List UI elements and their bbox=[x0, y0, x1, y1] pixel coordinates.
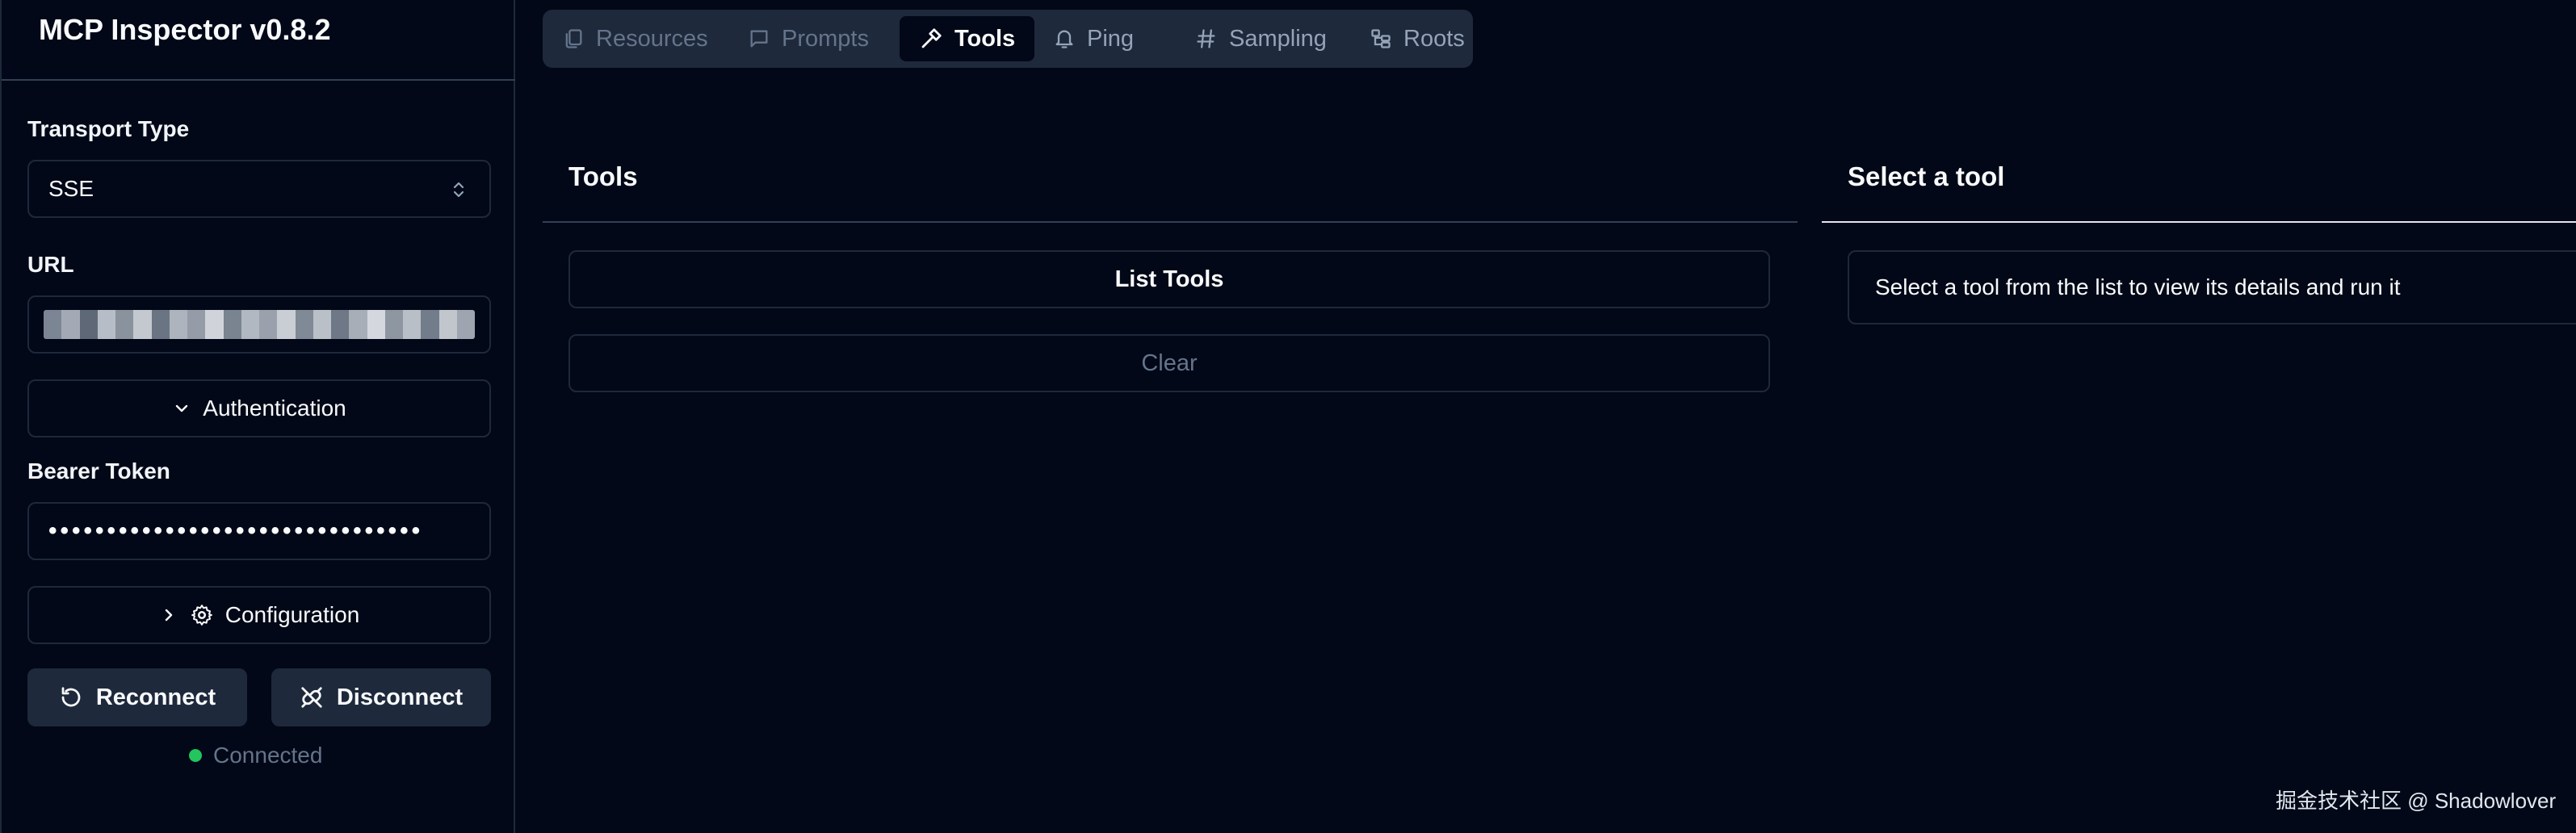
sidebar-divider bbox=[2, 79, 515, 81]
list-tools-button[interactable]: List Tools bbox=[568, 250, 1770, 308]
tab-label: Roots bbox=[1403, 25, 1465, 52]
transport-type-select[interactable]: SSE bbox=[27, 160, 491, 218]
configuration-label: Configuration bbox=[224, 602, 360, 627]
bell-icon bbox=[1053, 27, 1076, 50]
tab-prompts[interactable]: Prompts bbox=[728, 16, 888, 61]
tools-panel-title: Tools bbox=[568, 161, 638, 191]
tab-resources[interactable]: Resources bbox=[543, 16, 728, 61]
disconnect-button[interactable]: Disconnect bbox=[271, 668, 491, 726]
tab-label: Tools bbox=[954, 25, 1016, 52]
message-icon bbox=[748, 27, 770, 50]
tab-tools[interactable]: Tools bbox=[900, 16, 1035, 61]
disconnect-label: Disconnect bbox=[336, 684, 464, 710]
configuration-toggle[interactable]: Configuration bbox=[27, 586, 491, 644]
detail-panel-title: Select a tool bbox=[1848, 161, 2005, 191]
authentication-toggle[interactable]: Authentication bbox=[27, 379, 491, 437]
tab-bar: Resources Prompts Tools Ping Sampling Ro… bbox=[543, 10, 1473, 68]
tab-label: Sampling bbox=[1229, 25, 1327, 52]
status-text: Connected bbox=[213, 743, 323, 768]
reconnect-label: Reconnect bbox=[95, 684, 216, 710]
authentication-label: Authentication bbox=[203, 396, 346, 421]
chevron-down-icon bbox=[172, 399, 191, 418]
watermark: 掘金技术社区 @ Shadowlover bbox=[2276, 789, 2557, 813]
clear-button[interactable]: Clear bbox=[568, 334, 1770, 392]
unplug-icon bbox=[300, 685, 324, 710]
tab-label: Resources bbox=[596, 25, 708, 52]
bearer-token-input[interactable]: •••••••••••••••••••••••••••••••• bbox=[27, 502, 491, 560]
transport-type-value: SSE bbox=[48, 176, 94, 201]
bearer-token-value: •••••••••••••••••••••••••••••••• bbox=[48, 517, 424, 544]
tab-label: Prompts bbox=[782, 25, 869, 52]
gear-icon bbox=[190, 603, 214, 627]
url-input[interactable] bbox=[27, 295, 491, 354]
app-title: MCP Inspector v0.8.2 bbox=[39, 13, 331, 46]
reconnect-button[interactable]: Reconnect bbox=[27, 668, 247, 726]
folder-tree-icon bbox=[1370, 27, 1392, 50]
transport-type-label: Transport Type bbox=[27, 116, 190, 141]
files-icon bbox=[562, 27, 585, 50]
tab-ping[interactable]: Ping bbox=[1034, 16, 1153, 61]
select-tool-text: Select a tool from the list to view its … bbox=[1875, 274, 2401, 299]
connection-status: Connected bbox=[189, 743, 322, 768]
url-label: URL bbox=[27, 252, 74, 277]
hash-icon bbox=[1195, 27, 1218, 50]
url-value-redacted bbox=[44, 310, 475, 339]
rotate-ccw-icon bbox=[59, 685, 83, 710]
tab-label: Ping bbox=[1087, 25, 1135, 52]
select-tool-message: Select a tool from the list to view its … bbox=[1848, 250, 2576, 324]
tab-roots[interactable]: Roots bbox=[1350, 16, 1484, 61]
hammer-icon bbox=[919, 27, 943, 51]
detail-panel-divider bbox=[1822, 221, 2576, 223]
chevrons-up-down-icon bbox=[451, 179, 467, 200]
bearer-token-label: Bearer Token bbox=[27, 458, 170, 483]
sidebar: MCP Inspector v0.8.2 Transport Type SSE … bbox=[0, 0, 515, 833]
status-dot bbox=[189, 749, 202, 762]
chevron-right-icon bbox=[159, 605, 178, 625]
tab-sampling[interactable]: Sampling bbox=[1176, 16, 1346, 61]
tools-panel-divider bbox=[543, 221, 1798, 223]
